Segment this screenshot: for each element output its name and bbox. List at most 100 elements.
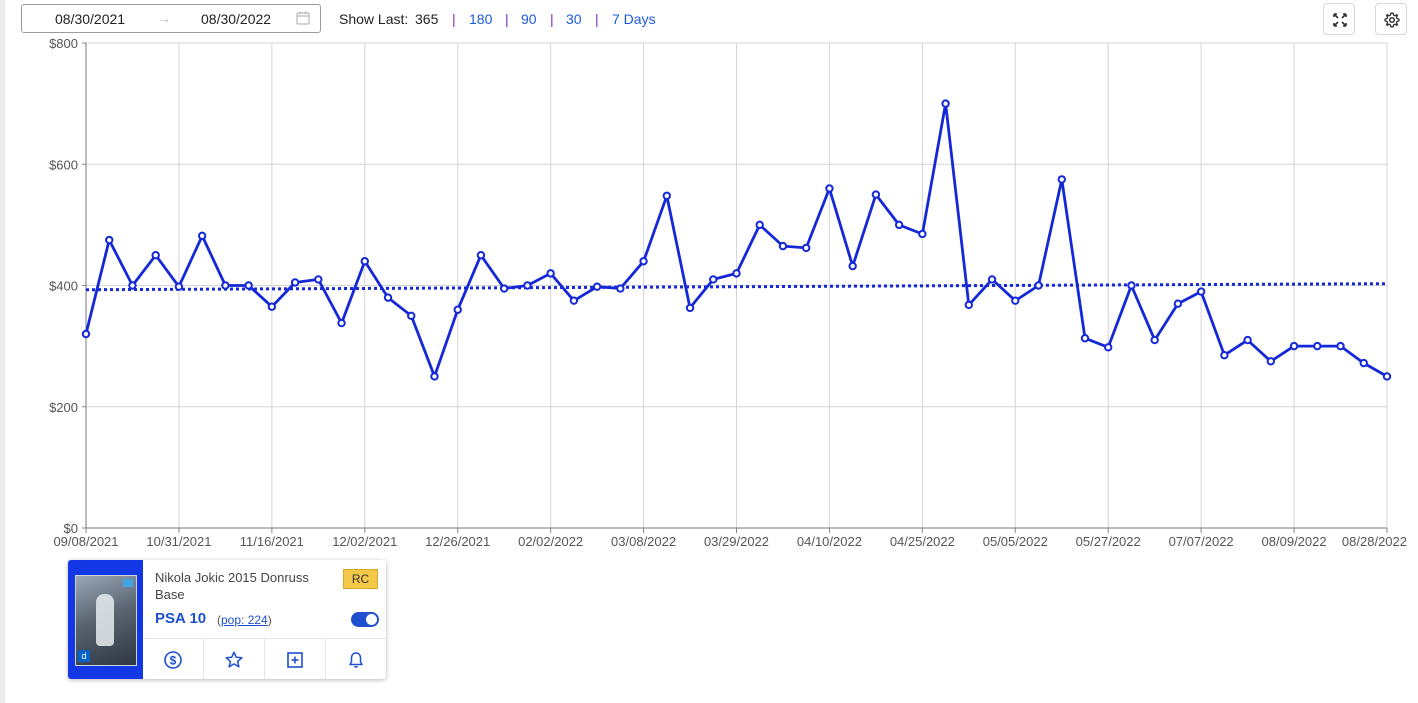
data-point — [1104, 343, 1113, 352]
data-point — [128, 281, 137, 290]
pop-link[interactable]: pop: 224 — [221, 613, 268, 627]
data-point — [221, 281, 230, 290]
x-tick-label: 07/07/2022 — [1169, 534, 1234, 549]
data-point — [151, 250, 160, 260]
data-point — [1220, 351, 1229, 360]
x-tick-label: 10/31/2021 — [146, 534, 211, 549]
x-tick-label: 02/02/2022 — [518, 534, 583, 549]
x-tick-label: 09/08/2021 — [53, 534, 118, 549]
data-point — [267, 302, 277, 311]
y-tick-label: $800 — [49, 36, 78, 51]
data-point — [1034, 281, 1043, 290]
card-thumbnail: d — [75, 575, 137, 666]
data-point — [755, 220, 764, 230]
x-tick-label: 05/05/2022 — [983, 534, 1048, 549]
card-image[interactable]: d — [68, 560, 143, 679]
data-point — [918, 229, 927, 239]
donruss-logo-icon: d — [78, 650, 90, 662]
data-point — [616, 284, 625, 293]
rc-badge: RC — [343, 569, 378, 589]
data-point — [244, 281, 253, 290]
x-tick-label: 04/25/2022 — [890, 534, 955, 549]
data-point — [639, 257, 648, 266]
y-tick-label: $600 — [49, 157, 78, 172]
data-point — [1266, 357, 1276, 366]
data-point — [523, 281, 532, 290]
data-point — [987, 275, 997, 284]
x-tick-label: 08/09/2022 — [1262, 534, 1327, 549]
data-point — [801, 243, 811, 253]
data-point — [964, 300, 974, 310]
data-point — [407, 311, 416, 321]
data-point — [174, 282, 184, 291]
data-point — [569, 296, 579, 305]
data-point — [1057, 175, 1066, 184]
data-point — [314, 275, 323, 284]
y-tick-label: $200 — [49, 400, 78, 415]
data-point — [825, 184, 834, 193]
pop-close-paren: ) — [267, 613, 272, 627]
add-button[interactable] — [265, 639, 326, 679]
data-point — [709, 275, 718, 284]
toggle-knob — [366, 614, 377, 625]
x-tick-label: 03/08/2022 — [611, 534, 676, 549]
data-point — [1173, 299, 1183, 308]
y-tick-label: $400 — [49, 279, 78, 294]
data-point — [592, 282, 602, 291]
data-point — [1080, 334, 1090, 343]
favorite-button[interactable] — [204, 639, 265, 679]
data-point — [1243, 335, 1252, 345]
x-tick-label: 11/16/2021 — [240, 534, 304, 549]
grade-label: PSA 10 — [155, 610, 207, 627]
data-point — [1150, 335, 1159, 345]
data-point — [1359, 358, 1368, 368]
data-point — [1011, 296, 1020, 305]
dollar-icon: $ — [164, 650, 182, 669]
data-point — [453, 305, 462, 314]
data-point — [1196, 287, 1206, 296]
data-point — [871, 190, 881, 199]
data-point — [337, 318, 346, 328]
data-point — [81, 329, 91, 339]
data-point — [430, 372, 439, 381]
card-toggle[interactable] — [351, 612, 379, 627]
data-point — [1336, 341, 1345, 351]
data-point — [1127, 281, 1136, 290]
price-button[interactable]: $ — [143, 639, 204, 679]
data-point — [894, 220, 904, 230]
price-chart: $0$200$400$600$80009/08/2021 10/31/2021 11… — [49, 36, 1407, 549]
card-strip — [123, 579, 133, 587]
data-point — [662, 191, 672, 200]
data-point — [476, 250, 486, 260]
data-point — [941, 99, 950, 108]
x-tick-label: 04/10/2022 — [797, 534, 862, 549]
x-tick-label: 08/28/2022 — [1342, 534, 1407, 549]
x-tick-label: 05/27/2022 — [1076, 534, 1141, 549]
data-point — [383, 293, 393, 302]
data-point — [848, 261, 857, 271]
data-point — [105, 235, 114, 245]
data-point — [778, 241, 788, 251]
data-point — [1313, 341, 1322, 351]
svg-text:$: $ — [170, 653, 177, 667]
star-icon — [225, 650, 243, 668]
pop-count: (pop: 224) — [217, 613, 272, 627]
data-point — [546, 269, 555, 278]
card-summary: d Nikola Jokic 2015 Donruss Base RC PSA … — [68, 560, 386, 679]
data-point — [1382, 372, 1392, 381]
data-point — [732, 269, 741, 278]
card-player-figure — [96, 594, 114, 646]
x-tick-label: 03/29/2022 — [704, 534, 769, 549]
bell-icon — [349, 651, 363, 668]
data-point — [360, 257, 369, 266]
alert-button[interactable] — [326, 639, 386, 679]
data-point — [197, 231, 207, 240]
plus-square-icon — [287, 651, 303, 668]
data-point — [685, 303, 695, 313]
x-tick-label: 12/26/2021 — [425, 534, 490, 549]
card-title: Nikola Jokic 2015 Donruss Base — [155, 570, 309, 602]
data-point — [499, 284, 509, 293]
card-actions: $ — [143, 638, 386, 679]
x-tick-label: 12/02/2021 — [332, 534, 397, 549]
data-point — [290, 278, 300, 287]
